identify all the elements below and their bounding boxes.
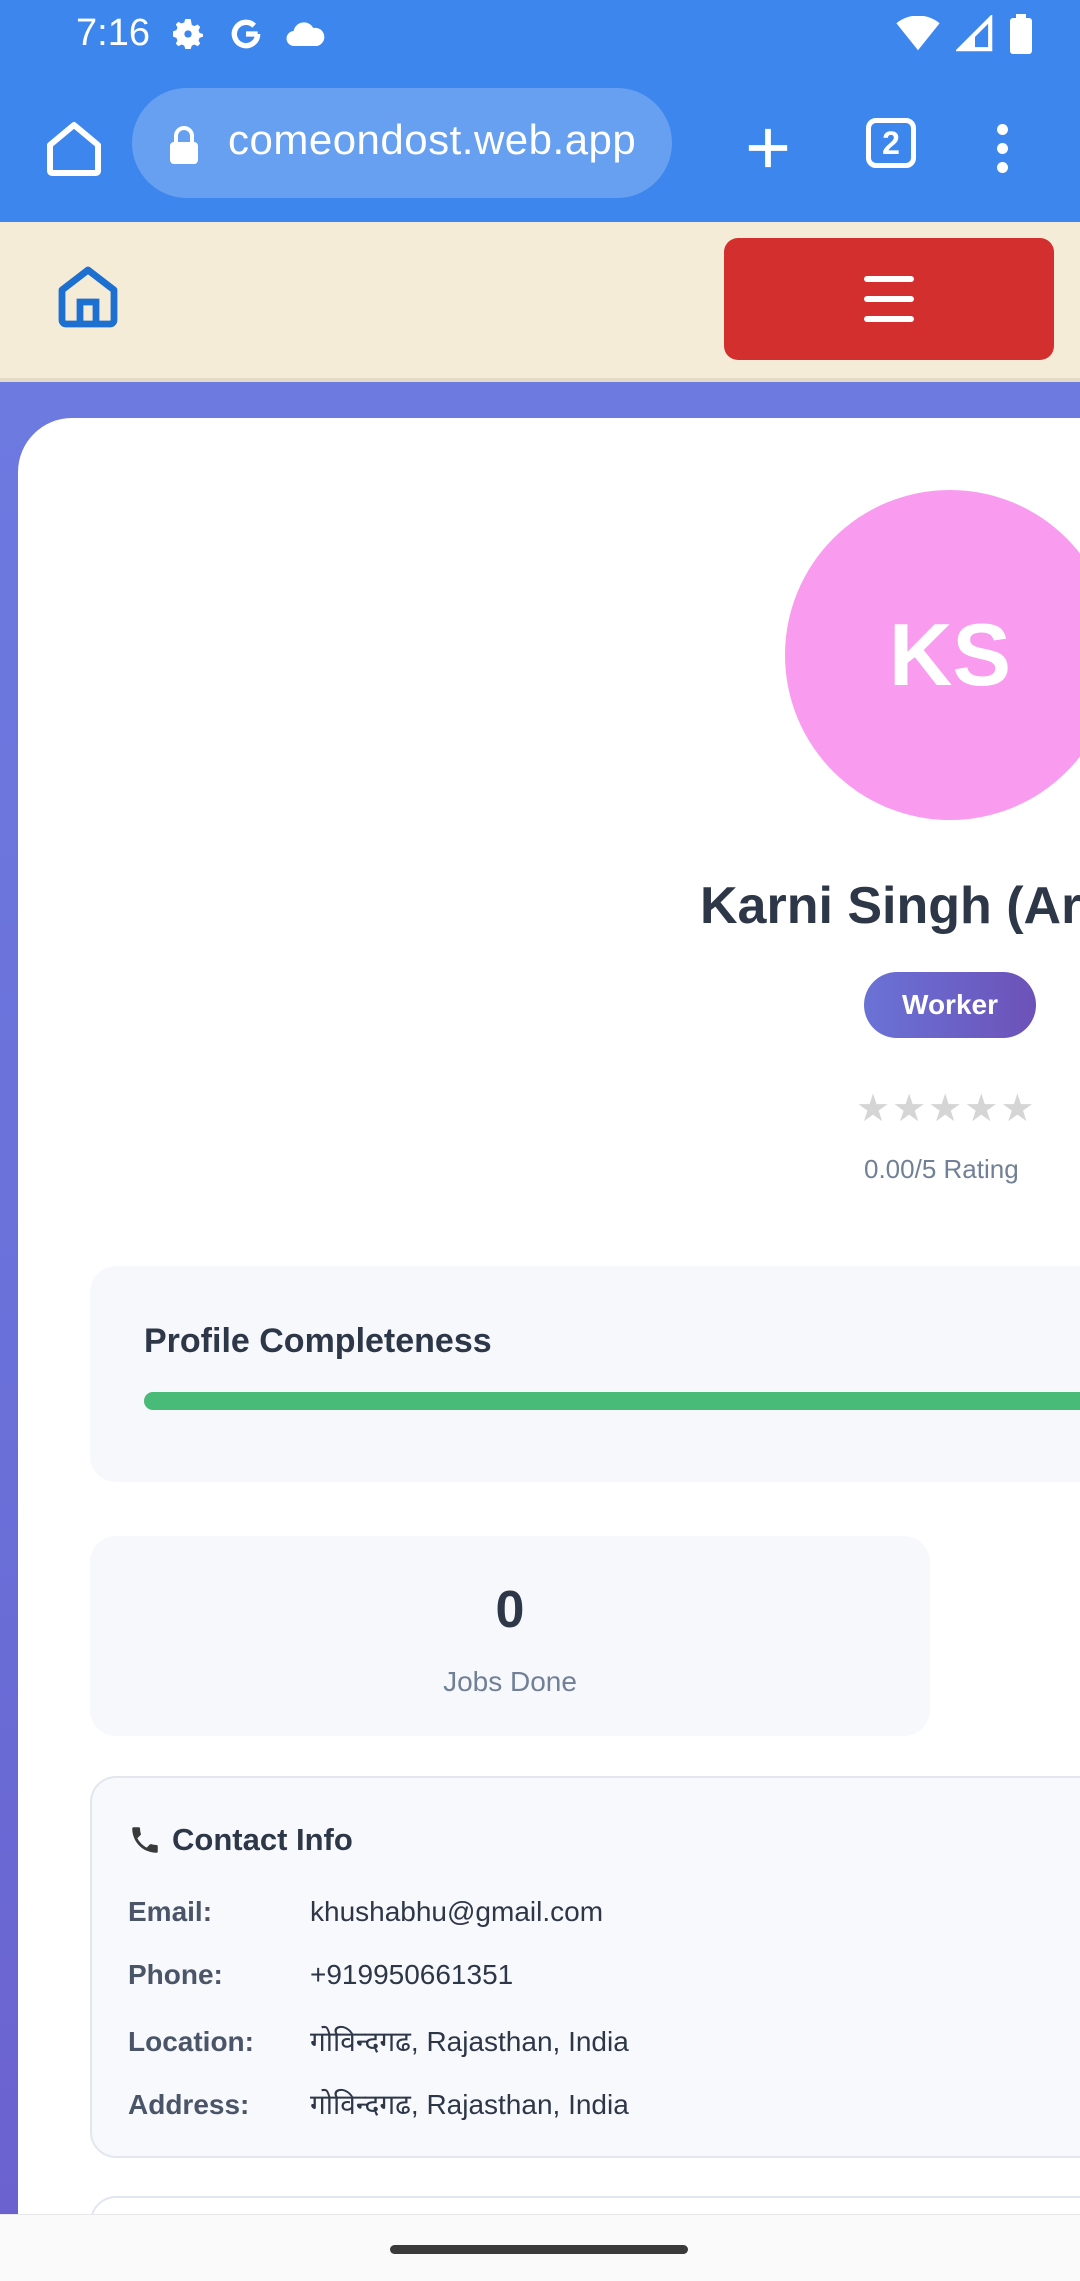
location-value: गोविन्दगढ, Rajasthan, India	[310, 2026, 629, 2057]
signal-icon	[956, 15, 993, 52]
contact-row-email: Email: khushabhu@gmail.com	[128, 1896, 603, 1928]
completeness-title: Profile Completeness	[144, 1322, 492, 1360]
home-icon	[47, 122, 101, 176]
site-header	[0, 222, 1080, 382]
status-icons-left	[168, 14, 326, 54]
contact-label: Email:	[128, 1896, 213, 1927]
address-value: गोविन्दगढ, Rajasthan, India	[310, 2089, 629, 2120]
contact-info-title: Contact Info	[172, 1822, 353, 1857]
star-icon: ★	[1000, 1088, 1035, 1130]
contact-row-location: Location: गोविन्दगढ, Rajasthan, India	[128, 2022, 629, 2060]
site-home-link[interactable]	[52, 260, 124, 332]
contact-info-panel: Contact Info Email: khushabhu@gmail.com P…	[90, 1776, 1080, 2158]
contact-label: Address:	[128, 2089, 250, 2120]
contact-label: Phone:	[128, 1959, 223, 1990]
status-icons-right	[896, 14, 1032, 54]
battery-icon	[1010, 14, 1032, 54]
hamburger-menu-button[interactable]	[724, 238, 1054, 360]
hamburger-icon	[864, 276, 914, 322]
navigation-bar	[0, 2214, 1080, 2281]
completeness-progress-fill	[144, 1392, 1080, 1410]
url-text: comeondost.web.app	[228, 116, 637, 163]
contact-row-address: Address: गोविन्दगढ, Rajasthan, India	[128, 2085, 629, 2123]
contact-row-phone: Phone: +919950661351	[128, 1959, 513, 1991]
new-tab-button[interactable]	[730, 110, 806, 186]
star-icon: ★	[856, 1088, 891, 1130]
jobs-done-value: 0	[495, 1581, 525, 1639]
phone-icon	[132, 1827, 158, 1853]
browser-menu-button[interactable]	[976, 110, 1028, 186]
contact-label: Location:	[128, 2026, 254, 2057]
url-bar[interactable]: comeondost.web.app	[132, 88, 672, 198]
lock-icon	[170, 126, 198, 164]
profile-name: Karni Singh (Ars	[700, 877, 1080, 935]
contact-info-heading: Contact Info	[128, 1822, 353, 1858]
google-icon	[231, 19, 261, 49]
completeness-progress-bar	[144, 1392, 1080, 1410]
more-dot-icon	[996, 123, 1008, 135]
role-badge: Worker	[864, 972, 1036, 1038]
home-outline-icon	[58, 266, 118, 328]
star-icon: ★	[928, 1088, 963, 1130]
cloud-icon	[286, 22, 325, 47]
gesture-handle[interactable]	[390, 2245, 688, 2254]
plus-icon	[748, 128, 788, 168]
wifi-icon	[896, 16, 940, 51]
profile-completeness-panel: Profile Completeness	[90, 1266, 1080, 1482]
tab-switcher-button[interactable]: 2	[866, 118, 916, 168]
rating-stars: ★ ★ ★ ★ ★	[856, 1086, 1034, 1131]
browser-home-button[interactable]	[36, 110, 112, 186]
jobs-done-stat: 0 Jobs Done	[90, 1536, 930, 1736]
status-bar: 7:16	[0, 0, 1080, 72]
settings-gear-icon	[173, 19, 203, 49]
browser-toolbar: comeondost.web.app 2	[0, 72, 1080, 222]
status-time: 7:16	[76, 12, 150, 54]
phone-value[interactable]: +919950661351	[310, 1959, 513, 1990]
email-value[interactable]: khushabhu@gmail.com	[310, 1896, 603, 1927]
jobs-done-label: Jobs Done	[443, 1666, 577, 1697]
rating-text: 0.00/5 Rating	[864, 1154, 1019, 1184]
star-icon: ★	[892, 1088, 927, 1130]
more-dot-icon	[996, 142, 1008, 154]
star-icon: ★	[964, 1088, 999, 1130]
more-dot-icon	[996, 161, 1008, 173]
avatar-initials: KS	[888, 605, 1012, 704]
